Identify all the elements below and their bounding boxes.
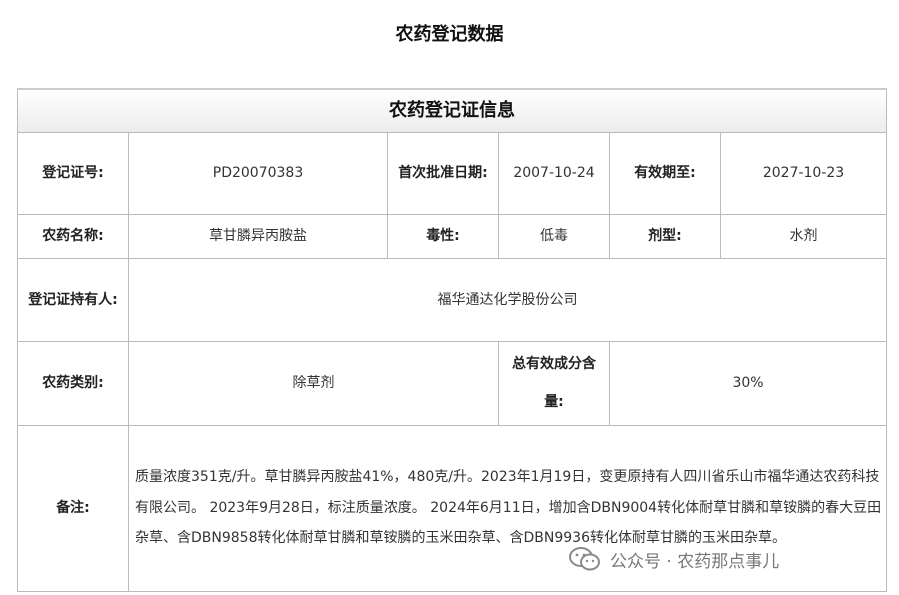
valid-until-value: 2027-10-23	[719, 131, 888, 215]
wechat-icon	[569, 547, 600, 571]
reg-no-label: 登记证号:	[17, 131, 129, 215]
watermark: 公众号 · 农药那点事儿	[568, 545, 780, 573]
watermark-text: 公众号 · 农药那点事儿	[610, 551, 780, 572]
content-value: 30%	[608, 340, 888, 426]
category-value: 除草剂	[128, 340, 499, 426]
name-label: 农药名称:	[17, 213, 129, 259]
registration-table: 农药登记证信息 登记证号: PD20070383 首次批准日期: 2007-10…	[16, 88, 888, 592]
holder-label: 登记证持有人:	[17, 257, 129, 342]
reg-no-value: PD20070383	[128, 131, 388, 215]
first-approval-value: 2007-10-24	[498, 131, 610, 215]
category-label: 农药类别:	[17, 340, 129, 426]
name-value: 草甘膦异丙胺盐	[128, 213, 388, 259]
formulation-value: 水剂	[719, 213, 888, 259]
toxicity-label: 毒性:	[387, 213, 499, 259]
content-label: 总有效成分含量:	[498, 340, 610, 426]
remark-label: 备注:	[17, 424, 129, 592]
page-title: 农药登记数据	[395, 24, 504, 45]
holder-value: 福华通达化学股份公司	[127, 257, 888, 342]
formulation-label: 剂型:	[609, 213, 721, 259]
first-approval-label: 首次批准日期:	[387, 131, 499, 215]
toxicity-value: 低毒	[498, 213, 610, 259]
table-header: 农药登记证信息	[16, 88, 888, 133]
valid-until-label: 有效期至:	[609, 131, 721, 215]
